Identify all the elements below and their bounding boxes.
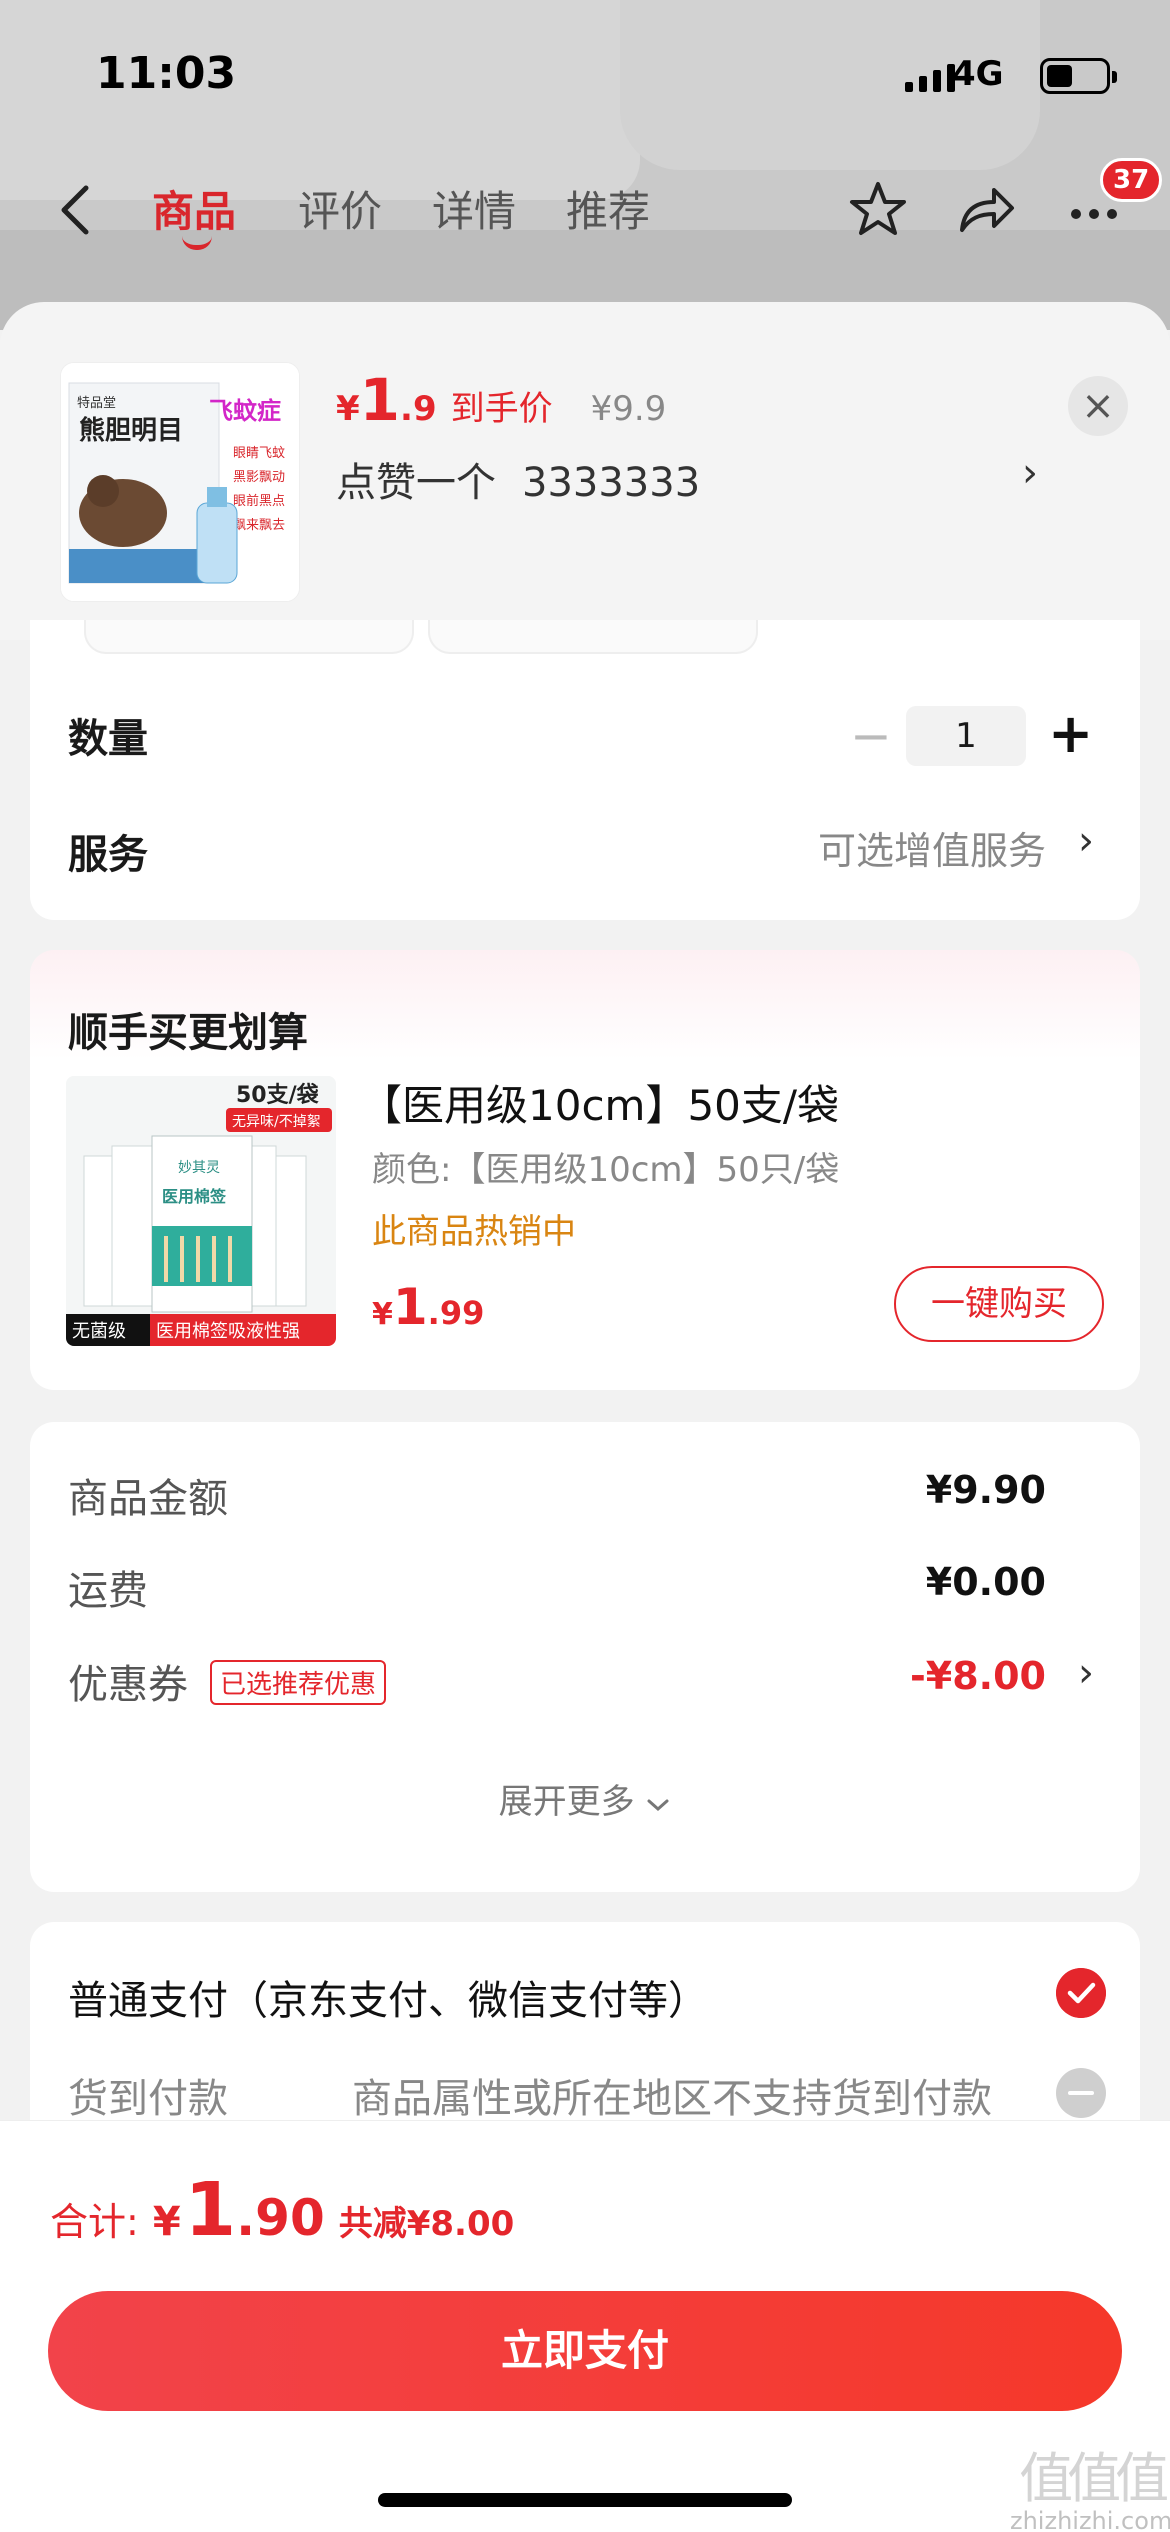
share-icon[interactable] (954, 178, 1018, 242)
checkmark-icon[interactable] (1056, 1968, 1106, 2018)
shipping-value: ¥0.00 (925, 1560, 1046, 1604)
status-time: 11:03 (96, 48, 237, 99)
star-icon[interactable] (846, 178, 910, 242)
goods-amount-value: ¥9.90 (925, 1468, 1046, 1512)
tab-product[interactable]: 商品 (152, 178, 236, 239)
status-bar: 11:03 4G (0, 40, 1170, 110)
quantity-minus-button[interactable]: − (850, 708, 892, 764)
svg-text:妙其灵: 妙其灵 (178, 1160, 220, 1176)
checkout-sheet-header: 特品堂 熊胆明目 飞蚊症 眼睛飞蚊 黑影飘动 眼前黑点 飘来飘去 ¥ 1 .9 … (0, 302, 1170, 640)
spec-code: 3333333 (522, 460, 701, 506)
chevron-right-icon[interactable]: › (1078, 1650, 1094, 1696)
service-label: 服务 (68, 832, 148, 878)
top-navigation: 商品 评价 详情 推荐 37 (0, 158, 1170, 250)
chevron-right-icon[interactable]: › (1022, 450, 1038, 496)
coupon-value[interactable]: -¥8.00 (910, 1654, 1046, 1698)
service-value[interactable]: 可选增值服务 (818, 820, 1046, 875)
addon-product-name[interactable]: 【医用级10cm】50支/袋 (360, 1072, 839, 1133)
coupon-label: 优惠券 (68, 1662, 188, 1708)
one-click-buy-button[interactable]: 一键购买 (894, 1266, 1104, 1342)
close-icon: × (1081, 383, 1115, 429)
addon-title: 顺手买更划算 (68, 1010, 308, 1056)
product-thumbnail: 特品堂 熊胆明目 飞蚊症 眼睛飞蚊 黑影飘动 眼前黑点 飘来飘去 (60, 362, 300, 602)
shipping-label: 运费 (68, 1568, 148, 1614)
svg-text:医用棉签: 医用棉签 (162, 1187, 227, 1206)
quantity-plus-button[interactable]: + (1048, 704, 1093, 764)
disabled-icon (1056, 2068, 1106, 2118)
spec-option[interactable] (428, 620, 758, 654)
svg-text:无菌级: 无菌级 (72, 1321, 126, 1342)
chevron-right-icon[interactable]: › (1078, 818, 1094, 864)
coupon-chip: 已选推荐优惠 (210, 1660, 387, 1705)
signal-icon (905, 62, 955, 92)
svg-text:50支/袋: 50支/袋 (236, 1082, 320, 1108)
total-discount: 共减¥8.00 (338, 2204, 515, 2244)
original-price: ¥9.9 (590, 389, 667, 429)
spec-option[interactable] (84, 620, 414, 654)
battery-icon (1040, 58, 1117, 94)
network-label: 4G (952, 54, 1004, 94)
quantity-service-card: 数量 − 1 + 服务 可选增值服务 › (30, 620, 1140, 920)
background-product-page: 11:03 4G 商品 评价 详情 推荐 37 (0, 0, 1170, 330)
tab-recommend[interactable]: 推荐 (566, 178, 650, 239)
addon-price: ¥ 1 .99 (372, 1278, 485, 1336)
goods-amount-label: 商品金额 (68, 1476, 228, 1522)
product-thumb-tagline: 飞蚊症 (209, 397, 281, 425)
product-price: ¥ 1 .9 到手价 ¥9.9 (336, 366, 667, 434)
quantity-label: 数量 (68, 716, 148, 762)
spec-text: 点赞一个 (336, 460, 496, 506)
normal-payment-option[interactable]: 普通支付（京东支付、微信支付等） (68, 1968, 708, 2026)
addon-hot-label: 此商品热销中 (372, 1212, 576, 1252)
order-total: 合计: ¥ 1 .90 共减¥8.00 (50, 2167, 515, 2253)
tab-active-indicator (182, 236, 212, 250)
cod-unavailable-note: 商品属性或所在地区不支持货到付款 (352, 2076, 992, 2122)
addon-image[interactable]: 50支/袋 无异味/不掉絮 妙其灵 医用棉签 无菌级 医用棉签吸液性强 (66, 1076, 336, 1346)
order-summary-card: 商品金额 ¥9.90 运费 ¥0.00 优惠券 已选推荐优惠 -¥8.00 › … (30, 1422, 1140, 1892)
checkout-bottom-bar: 合计: ¥ 1 .90 共减¥8.00 立即支付 值值值 zhizhizhi.c… (0, 2120, 1170, 2532)
svg-text:医用棉签吸液性强: 医用棉签吸液性强 (156, 1321, 300, 1342)
svg-text:黑影飘动: 黑影飘动 (233, 470, 285, 485)
svg-text:眼睛飞蚊: 眼睛飞蚊 (233, 446, 285, 461)
total-label: 合计: (50, 2200, 139, 2244)
chevron-down-icon (647, 1799, 669, 1812)
final-price-tag: 到手价 (450, 389, 553, 429)
quantity-input[interactable]: 1 (906, 706, 1026, 766)
svg-text:眼前黑点: 眼前黑点 (233, 493, 285, 509)
watermark: 值值值 zhizhizhi.com (1010, 2447, 1170, 2532)
addon-card: 顺手买更划算 50支/袋 无异味/不掉絮 妙其灵 医用棉签 无菌级 医用棉签吸液… (30, 950, 1140, 1390)
expand-more-button[interactable]: 展开更多 (30, 1774, 1140, 1823)
svg-text:飘来飘去: 飘来飘去 (233, 518, 285, 533)
cod-payment-option: 货到付款 (68, 2076, 228, 2122)
addon-color: 颜色:【医用级10cm】50只/袋 (372, 1150, 840, 1190)
svg-text:无异味/不掉絮: 无异味/不掉絮 (232, 1113, 321, 1130)
product-image: 特品堂 熊胆明目 飞蚊症 眼睛飞蚊 黑影飘动 眼前黑点 飘来飘去 (61, 363, 299, 601)
back-arrow-icon[interactable] (56, 182, 96, 238)
pay-now-button[interactable]: 立即支付 (48, 2291, 1122, 2411)
cart-badge: 37 (1100, 158, 1163, 202)
tab-details[interactable]: 详情 (432, 178, 516, 239)
selected-spec[interactable]: 点赞一个 3333333 (336, 450, 700, 508)
svg-text:特品堂: 特品堂 (77, 396, 116, 411)
product-thumb-title: 熊胆明目 (79, 415, 183, 446)
home-indicator[interactable] (378, 2493, 792, 2507)
tab-reviews[interactable]: 评价 (298, 178, 382, 239)
close-button[interactable]: × (1068, 376, 1128, 436)
